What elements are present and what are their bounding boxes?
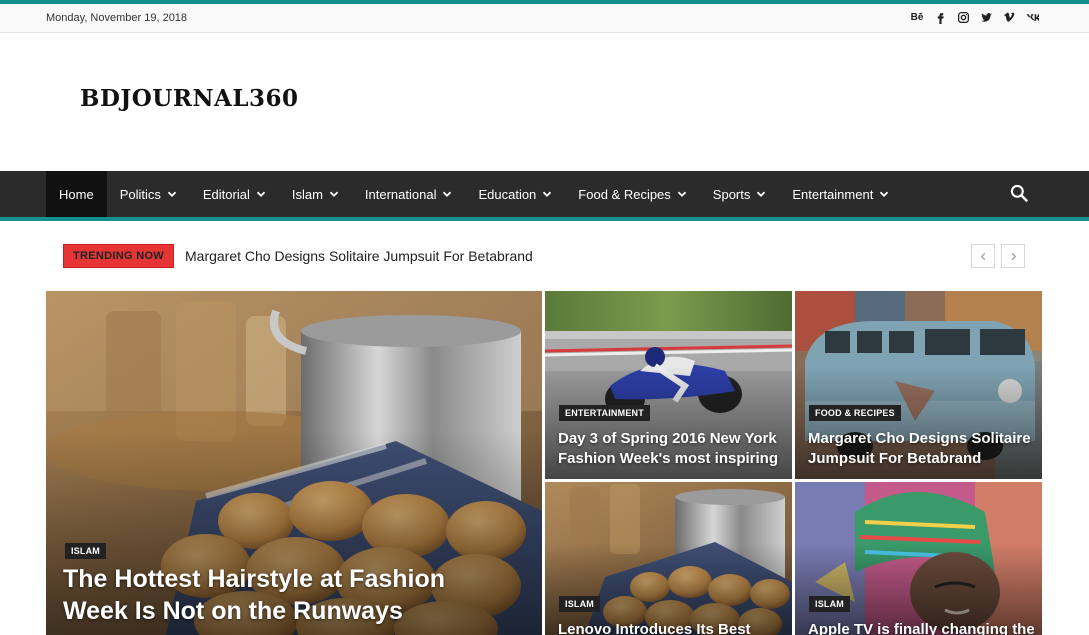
post-title[interactable]: Apple TV is finally changing the bbox=[808, 620, 1038, 635]
trending-prev-button[interactable] bbox=[971, 244, 995, 268]
nav-item-label: Home bbox=[59, 186, 94, 202]
chevron-down-icon bbox=[880, 191, 889, 197]
nav-item-label: International bbox=[364, 186, 437, 202]
featured-post-big[interactable]: ISLAM The Hottest Hairstyle at Fashion W… bbox=[46, 291, 542, 635]
site-logo[interactable]: BDJOURNAL360 bbox=[80, 85, 299, 112]
top-bar: Monday, November 19, 2018 Bē bbox=[0, 0, 1089, 33]
chevron-down-icon bbox=[443, 191, 452, 197]
category-tag[interactable]: ISLAM bbox=[809, 596, 850, 612]
trending-bar: TRENDING NOW Margaret Cho Designs Solita… bbox=[63, 244, 1025, 268]
twitter-icon[interactable] bbox=[979, 10, 993, 24]
chevron-down-icon bbox=[167, 191, 177, 197]
page: Monday, November 19, 2018 Bē BDJOURNAL36… bbox=[0, 0, 1089, 635]
nav-item-label: Food & Recipes bbox=[578, 186, 671, 202]
nav-item-label: Politics bbox=[119, 186, 161, 202]
nav-item-label: Islam bbox=[291, 186, 323, 202]
category-tag[interactable]: ISLAM bbox=[559, 596, 600, 612]
chevron-down-icon bbox=[677, 191, 686, 197]
nav-item-label: Education bbox=[478, 186, 537, 202]
featured-post-top-right[interactable]: FOOD & RECIPES Margaret Cho Designs Soli… bbox=[795, 291, 1042, 479]
post-title[interactable]: The Hottest Hairstyle at Fashion Week Is… bbox=[63, 563, 513, 627]
vk-icon[interactable] bbox=[1025, 10, 1039, 24]
nav-item-label: Editorial bbox=[202, 186, 250, 202]
nav-item-label: Sports bbox=[712, 186, 751, 202]
instagram-icon[interactable] bbox=[956, 10, 970, 24]
chevron-down-icon bbox=[757, 191, 766, 197]
facebook-icon[interactable] bbox=[933, 10, 947, 24]
nav-item-label: Entertainment bbox=[792, 186, 874, 202]
search-icon[interactable] bbox=[1009, 183, 1029, 203]
trending-badge: TRENDING NOW bbox=[63, 244, 174, 268]
trending-headline[interactable]: Margaret Cho Designs Solitaire Jumpsuit … bbox=[185, 248, 533, 264]
current-date: Monday, November 19, 2018 bbox=[46, 12, 188, 24]
nav-menu: Home Politics Editorial Islam International E… bbox=[46, 171, 902, 217]
vimeo-icon[interactable] bbox=[1002, 10, 1016, 24]
nav-item-entertainment[interactable]: Entertainment bbox=[779, 171, 902, 217]
nav-item-sports[interactable]: Sports bbox=[700, 171, 780, 217]
nav-item-editorial[interactable]: Editorial bbox=[190, 171, 279, 217]
nav-item-food-recipes[interactable]: Food & Recipes bbox=[565, 171, 700, 217]
featured-post-bottom-right[interactable]: ISLAM Apple TV is finally changing the bbox=[795, 482, 1042, 635]
post-title[interactable]: Margaret Cho Designs Solitaire Jumpsuit … bbox=[808, 429, 1038, 469]
behance-icon[interactable]: Bē bbox=[910, 10, 924, 24]
chevron-left-icon bbox=[980, 252, 985, 260]
post-title[interactable]: Day 3 of Spring 2016 New York Fashion We… bbox=[558, 429, 788, 469]
nav-item-international[interactable]: International bbox=[352, 171, 466, 217]
category-tag[interactable]: ENTERTAINMENT bbox=[559, 405, 650, 421]
nav-item-education[interactable]: Education bbox=[465, 171, 565, 217]
nav-item-home[interactable]: Home bbox=[46, 171, 107, 217]
chevron-down-icon bbox=[543, 191, 552, 197]
main-navigation: Home Politics Editorial Islam International E… bbox=[0, 171, 1089, 221]
chevron-right-icon bbox=[1011, 252, 1016, 260]
post-title[interactable]: Lenovo Introduces Its Best bbox=[558, 620, 788, 635]
featured-post-top-middle[interactable]: ENTERTAINMENT Day 3 of Spring 2016 New Y… bbox=[545, 291, 792, 479]
social-links: Bē bbox=[910, 10, 1039, 24]
chevron-down-icon bbox=[329, 191, 339, 197]
category-tag[interactable]: FOOD & RECIPES bbox=[809, 405, 901, 421]
nav-item-islam[interactable]: Islam bbox=[279, 171, 352, 217]
site-header: BDJOURNAL360 bbox=[0, 33, 1089, 171]
category-tag[interactable]: ISLAM bbox=[65, 543, 106, 559]
trending-next-button[interactable] bbox=[1001, 244, 1025, 268]
chevron-down-icon bbox=[256, 191, 265, 197]
nav-item-politics[interactable]: Politics bbox=[107, 171, 190, 217]
featured-post-bottom-middle[interactable]: ISLAM Lenovo Introduces Its Best bbox=[545, 482, 792, 635]
